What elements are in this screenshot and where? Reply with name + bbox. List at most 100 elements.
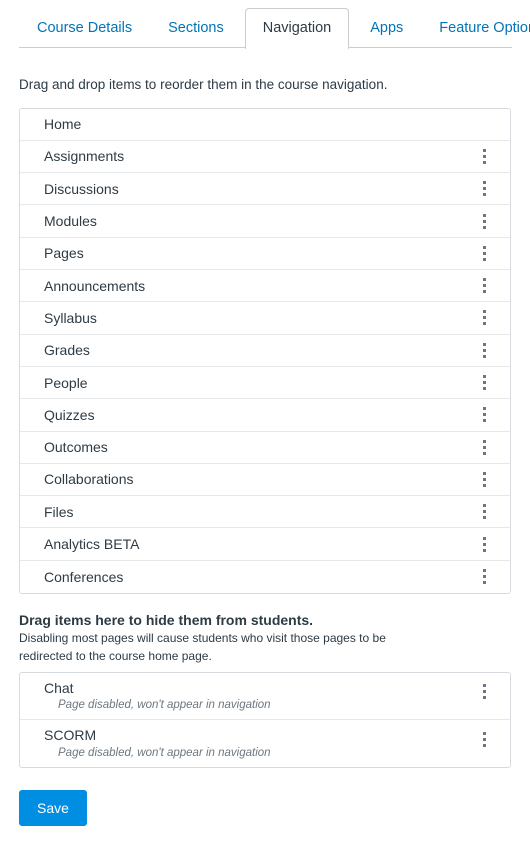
kebab-menu-icon[interactable] (474, 176, 494, 202)
kebab-dot (482, 737, 486, 741)
nav-item-label: Quizzes (44, 406, 95, 423)
tab-apps[interactable]: Apps (355, 8, 418, 49)
kebab-menu-icon[interactable] (474, 564, 494, 590)
nav-item[interactable]: Analytics BETA (20, 528, 510, 561)
kebab-dot (482, 690, 486, 694)
kebab-dot (482, 245, 486, 249)
nav-item[interactable]: Modules (20, 205, 510, 238)
kebab-dot (482, 257, 486, 261)
kebab-dot (482, 154, 486, 158)
disabled-nav-item-text: Chat Page disabled, won't appear in navig… (44, 679, 271, 713)
disabled-nav-item-text: SCORM Page disabled, won't appear in navi… (44, 726, 271, 760)
nav-item[interactable]: Discussions (20, 173, 510, 206)
nav-item[interactable]: Announcements (20, 270, 510, 303)
nav-item[interactable]: Assignments (20, 140, 510, 174)
kebab-dot (482, 251, 486, 255)
nav-item-label: Syllabus (44, 309, 97, 326)
kebab-dot (482, 381, 486, 385)
kebab-dot (482, 310, 486, 314)
disabled-nav-item-label: Chat (44, 679, 74, 696)
kebab-dot (482, 471, 486, 475)
kebab-dot (482, 510, 486, 514)
kebab-menu-icon[interactable] (474, 434, 494, 460)
kebab-dot (482, 581, 486, 585)
nav-item[interactable]: Conferences (20, 560, 510, 593)
kebab-dot (482, 419, 486, 423)
kebab-dot (482, 193, 486, 197)
kebab-dot (482, 696, 486, 700)
kebab-dot (482, 348, 486, 352)
kebab-menu-icon[interactable] (474, 679, 494, 705)
disabled-section-heading: Drag items here to hide them from studen… (19, 612, 314, 628)
nav-item[interactable]: Syllabus (20, 302, 510, 335)
kebab-menu-icon[interactable] (474, 273, 494, 299)
kebab-menu-icon[interactable] (474, 499, 494, 525)
disabled-nav-item-note: Page disabled, won't appear in navigatio… (58, 746, 271, 759)
kebab-placeholder (474, 111, 494, 137)
kebab-dot (482, 187, 486, 191)
nav-item[interactable]: Quizzes (20, 399, 510, 432)
tab-course-details[interactable]: Course Details (22, 8, 147, 49)
kebab-dot (482, 413, 486, 417)
tab-feature-options[interactable]: Feature Options (424, 8, 530, 49)
kebab-dot (482, 445, 486, 449)
nav-item-label: Conferences (44, 568, 124, 585)
nav-item-label: Files (44, 503, 74, 520)
kebab-menu-icon[interactable] (474, 337, 494, 363)
nav-item[interactable]: Home (20, 108, 510, 141)
nav-item[interactable]: Outcomes (20, 431, 510, 464)
kebab-menu-icon[interactable] (474, 370, 494, 396)
navigation-settings-panel: Drag and drop items to reorder them in t… (0, 76, 530, 826)
nav-item[interactable]: Files (20, 496, 510, 529)
kebab-dot (482, 316, 486, 320)
nav-item-label: Discussions (44, 180, 119, 197)
enabled-navigation-list[interactable]: Home Assignments Discussions Modules Pages An… (19, 107, 511, 594)
tab-list: Course Details Sections Navigation Apps Feat… (19, 0, 530, 49)
kebab-dot (482, 542, 486, 546)
kebab-menu-icon[interactable] (474, 305, 494, 331)
kebab-dot (482, 148, 486, 152)
nav-item-label: Pages (44, 245, 84, 262)
save-button[interactable]: Save (19, 789, 87, 826)
kebab-menu-icon[interactable] (474, 208, 494, 234)
disabled-nav-item[interactable]: Chat Page disabled, won't appear in navig… (20, 672, 510, 721)
reorder-instructions: Drag and drop items to reorder them in t… (19, 77, 388, 92)
nav-item-label: Analytics BETA (44, 536, 140, 553)
kebab-dot (482, 219, 486, 223)
kebab-menu-icon[interactable] (474, 240, 494, 266)
kebab-dot (482, 439, 486, 443)
kebab-dot (482, 213, 486, 217)
kebab-menu-icon[interactable] (474, 466, 494, 492)
nav-item-label: Assignments (44, 148, 125, 165)
kebab-dot (482, 516, 486, 520)
kebab-dot (482, 375, 486, 379)
save-button-container: Save (19, 789, 511, 826)
nav-item[interactable]: Collaborations (20, 463, 510, 497)
kebab-menu-icon[interactable] (474, 531, 494, 557)
tab-sections[interactable]: Sections (153, 8, 239, 49)
nav-item-label: People (44, 374, 88, 391)
kebab-dot (482, 284, 486, 288)
disabled-navigation-list[interactable]: Chat Page disabled, won't appear in navig… (19, 671, 511, 768)
kebab-dot (482, 731, 486, 735)
tab-navigation[interactable]: Navigation (244, 7, 350, 49)
kebab-dot (482, 160, 486, 164)
kebab-dot (482, 387, 486, 391)
kebab-dot (482, 342, 486, 346)
kebab-dot (482, 684, 486, 688)
kebab-menu-icon[interactable] (474, 726, 494, 752)
nav-item-label: Collaborations (44, 471, 134, 488)
kebab-dot (482, 569, 486, 573)
disabled-nav-item-note: Page disabled, won't appear in navigatio… (58, 699, 271, 712)
disabled-section-description: Disabling most pages will cause students… (19, 631, 386, 663)
kebab-dot (482, 483, 486, 487)
nav-item[interactable]: Grades (20, 334, 510, 367)
kebab-menu-icon[interactable] (474, 143, 494, 169)
nav-item-label: Modules (44, 213, 97, 230)
kebab-menu-icon[interactable] (474, 402, 494, 428)
kebab-dot (482, 225, 486, 229)
nav-item[interactable]: Pages (20, 237, 510, 271)
nav-item[interactable]: People (20, 366, 510, 400)
disabled-nav-item[interactable]: SCORM Page disabled, won't appear in navi… (20, 720, 510, 767)
kebab-dot (482, 278, 486, 282)
